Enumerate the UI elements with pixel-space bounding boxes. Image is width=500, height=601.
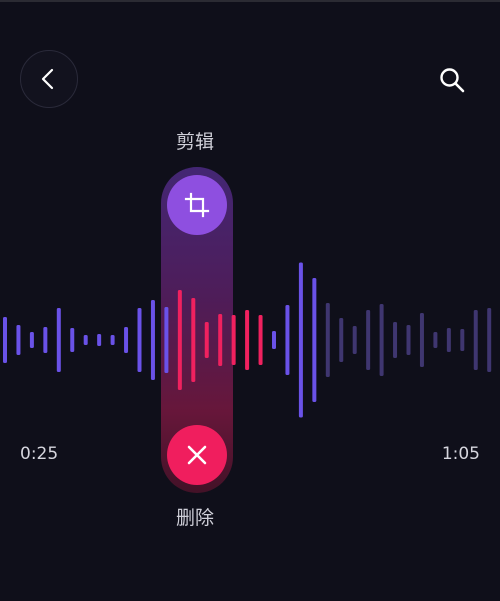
crop-label: 剪辑 (175, 131, 214, 153)
waveform-bar (218, 314, 223, 366)
top-divider (0, 0, 500, 2)
waveform-bar (70, 328, 75, 352)
waveform-bar (16, 325, 21, 355)
start-time: 0:25 (20, 444, 59, 464)
waveform-bar (446, 328, 451, 352)
waveform-bar (460, 329, 465, 351)
waveform-bar (204, 322, 209, 358)
search-icon (440, 68, 465, 93)
waveform-bar (137, 308, 142, 372)
waveform-bar (258, 315, 263, 365)
back-button[interactable] (20, 50, 78, 108)
waveform-bar (150, 300, 155, 380)
waveform-bar (473, 310, 478, 370)
waveform-bar (379, 304, 384, 376)
waveform-bar (97, 334, 102, 346)
waveform-bar (433, 332, 438, 348)
waveform-bar (393, 322, 398, 358)
waveform-bar (177, 290, 182, 390)
waveform-bar (164, 307, 169, 373)
waveform-bar (245, 310, 250, 370)
waveform-bar (487, 308, 492, 372)
crop-icon (184, 192, 210, 218)
end-time: 1:05 (441, 444, 480, 464)
waveform-bar (272, 331, 276, 349)
waveform-bar (43, 327, 48, 353)
waveform-bar (110, 335, 115, 345)
waveform-bar (285, 305, 290, 375)
waveform-bar (3, 317, 7, 363)
crop-button[interactable] (167, 175, 227, 235)
waveform-bar (352, 326, 357, 354)
waveform-bar (83, 335, 88, 345)
waveform-bar (366, 310, 371, 370)
waveform-bar (406, 325, 411, 355)
search-button[interactable] (432, 60, 472, 100)
chevron-left-icon (41, 68, 54, 90)
waveform-bar (191, 298, 196, 382)
audio-waveform[interactable] (0, 250, 500, 430)
waveform-bar (419, 313, 424, 367)
waveform-bar (124, 327, 129, 353)
close-icon (187, 445, 207, 465)
waveform-bar (298, 262, 303, 418)
waveform-bar (325, 303, 330, 377)
waveform-bar (339, 318, 344, 362)
waveform-bar (231, 315, 236, 365)
waveform-bar (56, 308, 61, 372)
delete-button[interactable] (167, 425, 227, 485)
waveform-bar (29, 332, 34, 348)
audio-editor-screen: 剪辑 删除 0:25 1:05 (0, 0, 500, 601)
waveform-bar (312, 278, 317, 402)
delete-label: 删除 (175, 507, 214, 529)
